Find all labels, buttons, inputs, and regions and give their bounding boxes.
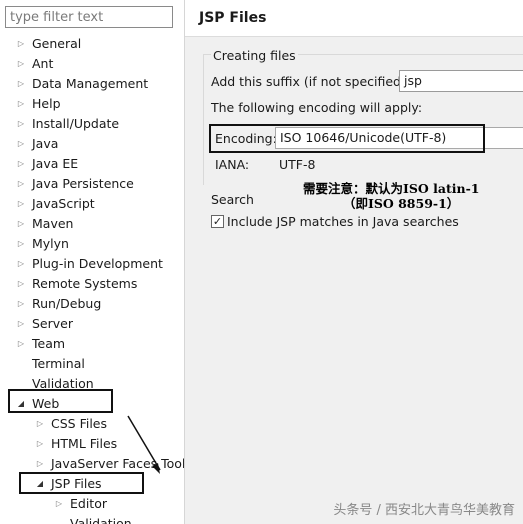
annotation-arrow xyxy=(127,415,161,474)
arrow-head-icon xyxy=(152,463,160,474)
arrow-line xyxy=(127,415,161,471)
watermark: 头条号 / 西安北大青鸟华美教育 xyxy=(333,503,515,518)
